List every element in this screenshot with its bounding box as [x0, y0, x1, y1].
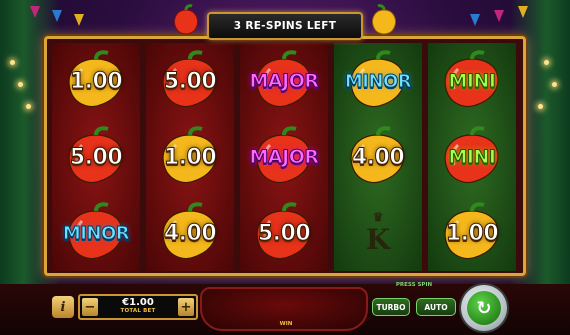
reel-cell: MINI [428, 119, 516, 195]
credit-value: 4.00 [351, 144, 405, 170]
win-label: WIN [279, 321, 293, 327]
credit-value: 5.00 [257, 220, 311, 246]
reel: MINI MINI 1.00 [428, 43, 516, 271]
game-scene: 1.00 5.00 MINOR 5.00 1.00 4.00 MAJOR MAJOR 5.00 M… [0, 0, 570, 335]
minor-jackpot-label: MINOR [344, 70, 412, 92]
mini-jackpot-label: MINI [448, 70, 496, 93]
bunting-flag [470, 14, 480, 26]
credit-value: 1.00 [163, 144, 217, 170]
total-bet-label: TOTAL BET [120, 308, 156, 314]
banner-pepper-right-icon [371, 4, 397, 35]
credit-value: 1.00 [69, 68, 123, 94]
spin-button[interactable]: ↻ [461, 285, 507, 331]
reel-cell: 5.00 [52, 119, 140, 195]
reel-cell: MINOR [52, 195, 140, 271]
win-display: WIN [200, 287, 368, 331]
reel-cell: 1.00 [52, 43, 140, 119]
reel-cell: ♛ K [334, 195, 422, 271]
reel-cell: 1.00 [146, 119, 234, 195]
reel-cell: 4.00 [146, 195, 234, 271]
reel-cell: 5.00 [146, 43, 234, 119]
crown-icon: ♛ [372, 209, 384, 224]
major-jackpot-label: MAJOR [249, 146, 319, 169]
major-jackpot-label: MAJOR [249, 70, 319, 93]
info-button[interactable]: i [52, 296, 74, 318]
reel: MAJOR MAJOR 5.00 [240, 43, 328, 271]
credit-value: 4.00 [163, 220, 217, 246]
reel: 1.00 5.00 MINOR [52, 43, 140, 271]
reel: MINOR 4.00 ♛ K [334, 43, 422, 271]
banner-pepper-left-icon [173, 4, 199, 35]
reel-cell: MAJOR [240, 43, 328, 119]
string-light [10, 60, 15, 65]
total-bet-value: €1.00 [122, 297, 154, 308]
reel-cell: 5.00 [240, 195, 328, 271]
reel-frame: 1.00 5.00 MINOR 5.00 1.00 4.00 MAJOR MAJOR 5.00 M… [44, 36, 526, 276]
reel: 5.00 1.00 4.00 [146, 43, 234, 271]
bet-increase-button[interactable]: + [178, 298, 194, 316]
reel-cell: MINOR [334, 43, 422, 119]
string-light [552, 82, 557, 87]
credit-value: 1.00 [445, 220, 499, 246]
reel-cell: MINI [428, 43, 516, 119]
string-light [544, 60, 549, 65]
credit-value: 5.00 [163, 68, 217, 94]
reel-cell: 4.00 [334, 119, 422, 195]
turbo-button[interactable]: TURBO [372, 298, 410, 316]
spin-arrows-icon: ↻ [467, 291, 501, 325]
minor-jackpot-label: MINOR [62, 222, 130, 244]
string-light [538, 104, 543, 109]
respins-left-banner: 3 RE-SPINS LEFT [207, 12, 363, 40]
bet-panel: − €1.00 TOTAL BET + [78, 294, 198, 320]
king-letter: K [365, 222, 391, 256]
string-light [18, 82, 23, 87]
mini-jackpot-label: MINI [448, 146, 496, 169]
autoplay-button[interactable]: AUTO [416, 298, 456, 316]
king-card-icon: ♛ K [348, 203, 408, 263]
reel-cell: 1.00 [428, 195, 516, 271]
bunting-flag [494, 10, 504, 22]
string-light [26, 104, 31, 109]
press-spin-hint: PRESS SPIN [395, 282, 433, 288]
bunting-flag [74, 14, 84, 26]
credit-value: 5.00 [69, 144, 123, 170]
bet-decrease-button[interactable]: − [82, 298, 98, 316]
reel-cell: MAJOR [240, 119, 328, 195]
